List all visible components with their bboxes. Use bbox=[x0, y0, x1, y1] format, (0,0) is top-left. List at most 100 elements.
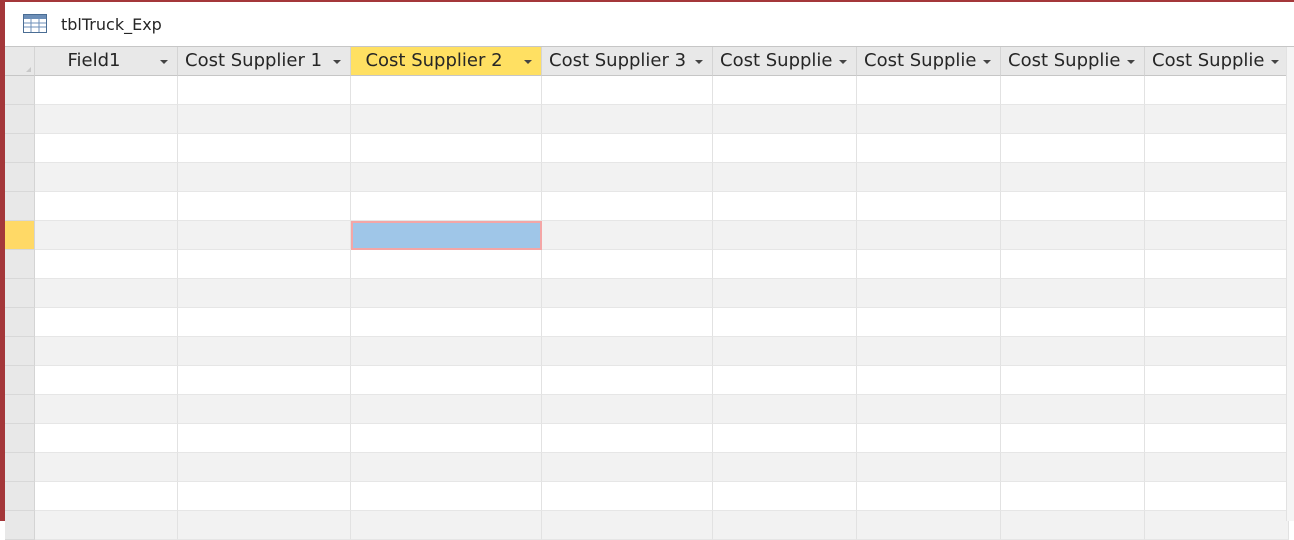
table-cell[interactable] bbox=[1145, 163, 1289, 192]
table-cell[interactable] bbox=[1001, 279, 1145, 308]
table-cell[interactable] bbox=[178, 482, 351, 511]
table-cell[interactable] bbox=[35, 134, 178, 163]
table-cell[interactable] bbox=[351, 453, 542, 482]
table-cell[interactable] bbox=[857, 279, 1001, 308]
record-selector[interactable] bbox=[5, 453, 35, 482]
table-cell[interactable] bbox=[857, 337, 1001, 366]
table-cell[interactable] bbox=[35, 250, 178, 279]
table-cell[interactable] bbox=[178, 192, 351, 221]
table-cell[interactable] bbox=[1145, 395, 1289, 424]
table-cell[interactable] bbox=[1001, 424, 1145, 453]
column-header-1[interactable]: Field1 bbox=[35, 47, 178, 76]
sort-filter-dropdown-icon[interactable] bbox=[524, 60, 532, 64]
table-cell[interactable] bbox=[857, 395, 1001, 424]
table-cell[interactable] bbox=[1145, 76, 1289, 105]
table-cell[interactable] bbox=[1145, 482, 1289, 511]
table-cell[interactable] bbox=[351, 134, 542, 163]
table-cell[interactable] bbox=[857, 221, 1001, 250]
column-header-7[interactable]: Cost Supplier 6 bbox=[1001, 47, 1145, 76]
record-selector[interactable] bbox=[5, 482, 35, 511]
sort-filter-dropdown-icon[interactable] bbox=[983, 60, 991, 64]
table-cell[interactable] bbox=[713, 250, 857, 279]
select-all-button[interactable] bbox=[5, 47, 35, 76]
table-cell[interactable] bbox=[713, 366, 857, 395]
document-title[interactable]: tblTruck_Exp bbox=[61, 15, 162, 34]
column-header-4[interactable]: Cost Supplier 3 bbox=[542, 47, 713, 76]
table-cell[interactable] bbox=[35, 424, 178, 453]
table-cell[interactable] bbox=[178, 424, 351, 453]
table-cell[interactable] bbox=[713, 511, 857, 540]
vertical-scrollbar[interactable] bbox=[1286, 47, 1294, 521]
table-cell[interactable] bbox=[178, 134, 351, 163]
table-cell[interactable] bbox=[857, 366, 1001, 395]
table-cell[interactable] bbox=[35, 279, 178, 308]
sort-filter-dropdown-icon[interactable] bbox=[1271, 60, 1279, 64]
table-cell[interactable] bbox=[1145, 453, 1289, 482]
table-cell[interactable] bbox=[35, 395, 178, 424]
table-cell[interactable] bbox=[1001, 395, 1145, 424]
table-cell[interactable] bbox=[1145, 105, 1289, 134]
table-cell[interactable] bbox=[1001, 337, 1145, 366]
table-cell[interactable] bbox=[542, 134, 713, 163]
table-cell[interactable] bbox=[1001, 221, 1145, 250]
table-cell[interactable] bbox=[1145, 192, 1289, 221]
table-cell[interactable] bbox=[178, 337, 351, 366]
record-selector[interactable] bbox=[5, 308, 35, 337]
table-cell[interactable] bbox=[857, 163, 1001, 192]
table-cell[interactable] bbox=[713, 453, 857, 482]
table-cell[interactable] bbox=[351, 424, 542, 453]
sort-filter-dropdown-icon[interactable] bbox=[333, 60, 341, 64]
table-cell[interactable] bbox=[713, 221, 857, 250]
table-cell[interactable] bbox=[178, 76, 351, 105]
record-selector[interactable] bbox=[5, 366, 35, 395]
table-cell[interactable] bbox=[542, 76, 713, 105]
table-cell[interactable] bbox=[1001, 105, 1145, 134]
table-cell[interactable] bbox=[1001, 453, 1145, 482]
table-cell[interactable] bbox=[178, 221, 351, 250]
table-cell[interactable] bbox=[1145, 424, 1289, 453]
table-cell[interactable] bbox=[351, 511, 542, 540]
column-header-2[interactable]: Cost Supplier 1 bbox=[178, 47, 351, 76]
table-cell[interactable] bbox=[1001, 192, 1145, 221]
table-cell[interactable] bbox=[542, 105, 713, 134]
current-record-selector[interactable] bbox=[5, 221, 35, 250]
table-cell[interactable] bbox=[1145, 366, 1289, 395]
table-cell[interactable] bbox=[713, 279, 857, 308]
table-cell[interactable] bbox=[35, 511, 178, 540]
table-cell[interactable] bbox=[857, 105, 1001, 134]
record-selector[interactable] bbox=[5, 337, 35, 366]
table-cell[interactable] bbox=[351, 366, 542, 395]
table-cell[interactable] bbox=[713, 308, 857, 337]
table-cell[interactable] bbox=[351, 308, 542, 337]
record-selector[interactable] bbox=[5, 134, 35, 163]
record-selector[interactable] bbox=[5, 395, 35, 424]
table-cell[interactable] bbox=[857, 76, 1001, 105]
table-cell[interactable] bbox=[1145, 250, 1289, 279]
table-cell[interactable] bbox=[857, 192, 1001, 221]
sort-filter-dropdown-icon[interactable] bbox=[160, 60, 168, 64]
table-cell[interactable] bbox=[1145, 134, 1289, 163]
table-cell[interactable] bbox=[542, 279, 713, 308]
table-cell[interactable] bbox=[857, 482, 1001, 511]
table-cell[interactable] bbox=[542, 511, 713, 540]
active-cell[interactable] bbox=[351, 221, 542, 250]
table-cell[interactable] bbox=[1001, 308, 1145, 337]
column-header-6[interactable]: Cost Supplier 5 bbox=[857, 47, 1001, 76]
column-header-3[interactable]: Cost Supplier 2 bbox=[351, 47, 542, 76]
table-cell[interactable] bbox=[1001, 134, 1145, 163]
record-selector[interactable] bbox=[5, 250, 35, 279]
table-cell[interactable] bbox=[713, 395, 857, 424]
record-selector[interactable] bbox=[5, 163, 35, 192]
table-cell[interactable] bbox=[351, 163, 542, 192]
table-cell[interactable] bbox=[857, 250, 1001, 279]
table-cell[interactable] bbox=[35, 337, 178, 366]
table-cell[interactable] bbox=[35, 221, 178, 250]
table-cell[interactable] bbox=[35, 105, 178, 134]
table-cell[interactable] bbox=[351, 482, 542, 511]
sort-filter-dropdown-icon[interactable] bbox=[839, 60, 847, 64]
table-cell[interactable] bbox=[178, 308, 351, 337]
record-selector[interactable] bbox=[5, 192, 35, 221]
table-cell[interactable] bbox=[713, 192, 857, 221]
table-cell[interactable] bbox=[713, 337, 857, 366]
table-cell[interactable] bbox=[1001, 482, 1145, 511]
